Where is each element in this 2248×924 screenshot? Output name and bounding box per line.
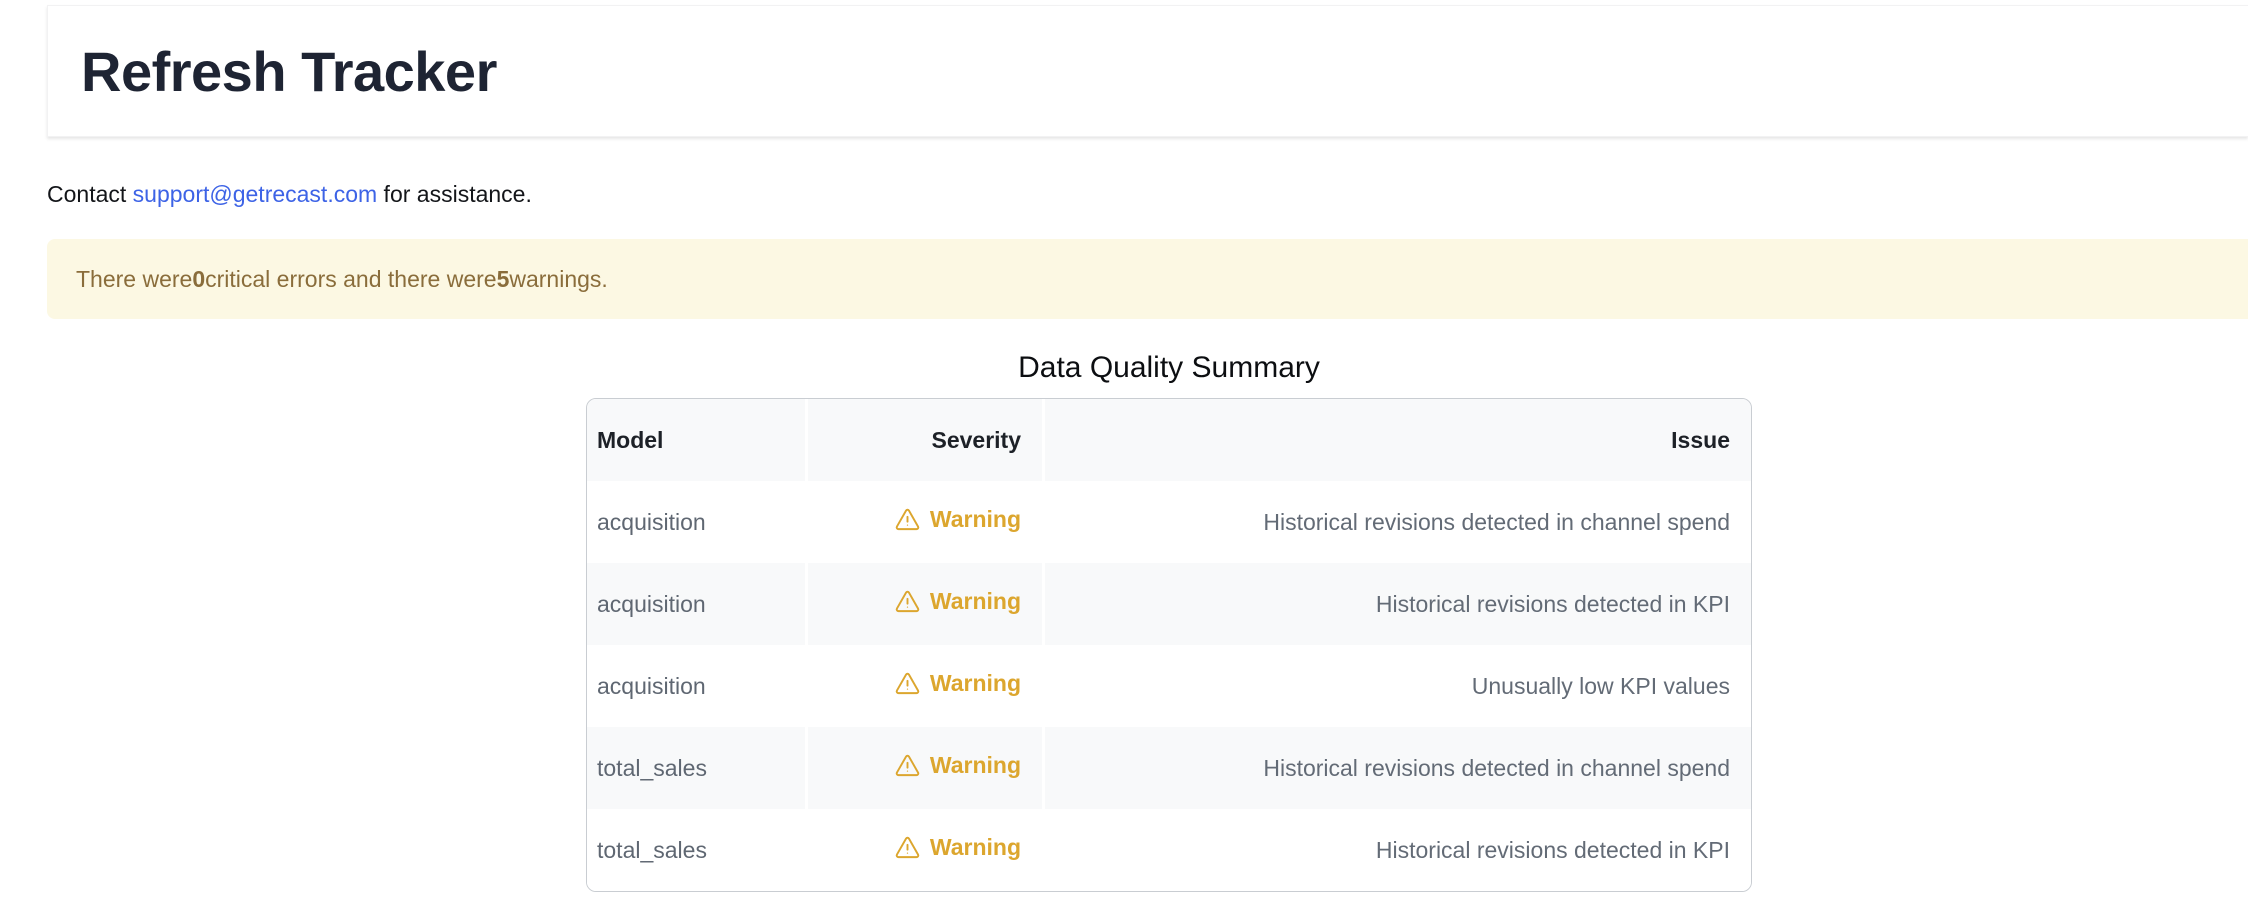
table-row: acquisition Warning Historical revisions… [587, 563, 1751, 645]
alert-text-1: There were [76, 266, 192, 293]
warning-badge: Warning [894, 670, 1021, 697]
warning-badge: Warning [894, 752, 1021, 779]
warning-triangle-icon [894, 834, 921, 861]
warning-badge: Warning [894, 506, 1021, 533]
data-quality-summary-section: Data Quality Summary Model Severity Issu… [586, 351, 1752, 892]
table-row: total_sales Warning Historical revisions… [587, 809, 1751, 891]
summary-table-frame: Model Severity Issue acquisition Warning [586, 398, 1752, 892]
severity-cell: Warning [805, 645, 1042, 727]
issue-cell: Historical revisions detected in KPI [1042, 809, 1751, 891]
issue-cell: Unusually low KPI values [1042, 645, 1751, 727]
column-header-model: Model [587, 399, 805, 481]
warning-triangle-icon [894, 752, 921, 779]
warning-alert-banner: There were 0 critical errors and there w… [47, 239, 2248, 319]
model-cell: acquisition [587, 481, 805, 563]
severity-cell: Warning [805, 727, 1042, 809]
table-row: acquisition Warning Unusually low KPI va… [587, 645, 1751, 727]
alert-text-3: warnings. [509, 266, 607, 293]
contact-text-suffix: for assistance. [377, 181, 532, 207]
model-cell: total_sales [587, 809, 805, 891]
severity-cell: Warning [805, 563, 1042, 645]
data-quality-summary-table: Model Severity Issue acquisition Warning [587, 399, 1751, 891]
column-header-severity: Severity [805, 399, 1042, 481]
support-email-link[interactable]: support@getrecast.com [133, 181, 378, 207]
issue-cell: Historical revisions detected in channel… [1042, 481, 1751, 563]
warning-triangle-icon [894, 588, 921, 615]
model-cell: acquisition [587, 563, 805, 645]
table-row: total_sales Warning Historical revisions… [587, 727, 1751, 809]
contact-text-prefix: Contact [47, 181, 133, 207]
table-header-row: Model Severity Issue [587, 399, 1751, 481]
severity-cell: Warning [805, 481, 1042, 563]
table-row: acquisition Warning Historical revisions… [587, 481, 1751, 563]
severity-cell: Warning [805, 809, 1042, 891]
severity-label: Warning [930, 752, 1021, 779]
summary-table-title: Data Quality Summary [586, 351, 1752, 385]
severity-label: Warning [930, 506, 1021, 533]
contact-line: Contact support@getrecast.com for assist… [47, 177, 2248, 211]
warning-badge: Warning [894, 834, 1021, 861]
summary-table-body: acquisition Warning Historical revisions… [587, 481, 1751, 891]
column-header-issue: Issue [1042, 399, 1751, 481]
model-cell: acquisition [587, 645, 805, 727]
warning-badge: Warning [894, 588, 1021, 615]
model-cell: total_sales [587, 727, 805, 809]
critical-error-count: 0 [192, 266, 205, 293]
alert-text-2: critical errors and there were [205, 266, 496, 293]
header-card: Refresh Tracker [47, 5, 2248, 137]
severity-label: Warning [930, 588, 1021, 615]
warning-triangle-icon [894, 506, 921, 533]
warning-triangle-icon [894, 670, 921, 697]
issue-cell: Historical revisions detected in KPI [1042, 563, 1751, 645]
issue-cell: Historical revisions detected in channel… [1042, 727, 1751, 809]
page-title: Refresh Tracker [81, 39, 497, 104]
severity-label: Warning [930, 834, 1021, 861]
severity-label: Warning [930, 670, 1021, 697]
warning-count: 5 [497, 266, 510, 293]
